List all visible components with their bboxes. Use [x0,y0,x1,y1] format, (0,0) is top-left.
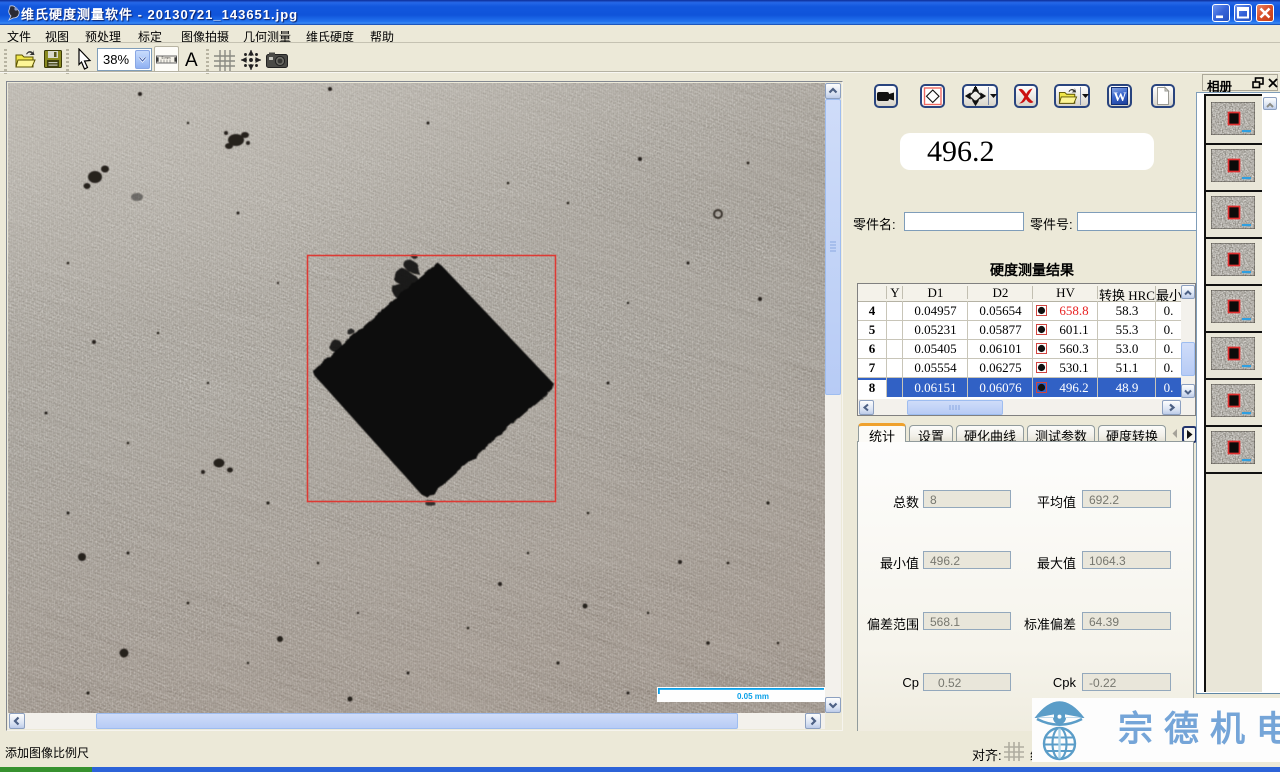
svg-text:5 mm: 5 mm [162,56,171,60]
svg-text:0.05 mm: 0.05 mm [737,692,769,701]
svg-text:宗德机电: 宗德机电 [1118,709,1280,749]
